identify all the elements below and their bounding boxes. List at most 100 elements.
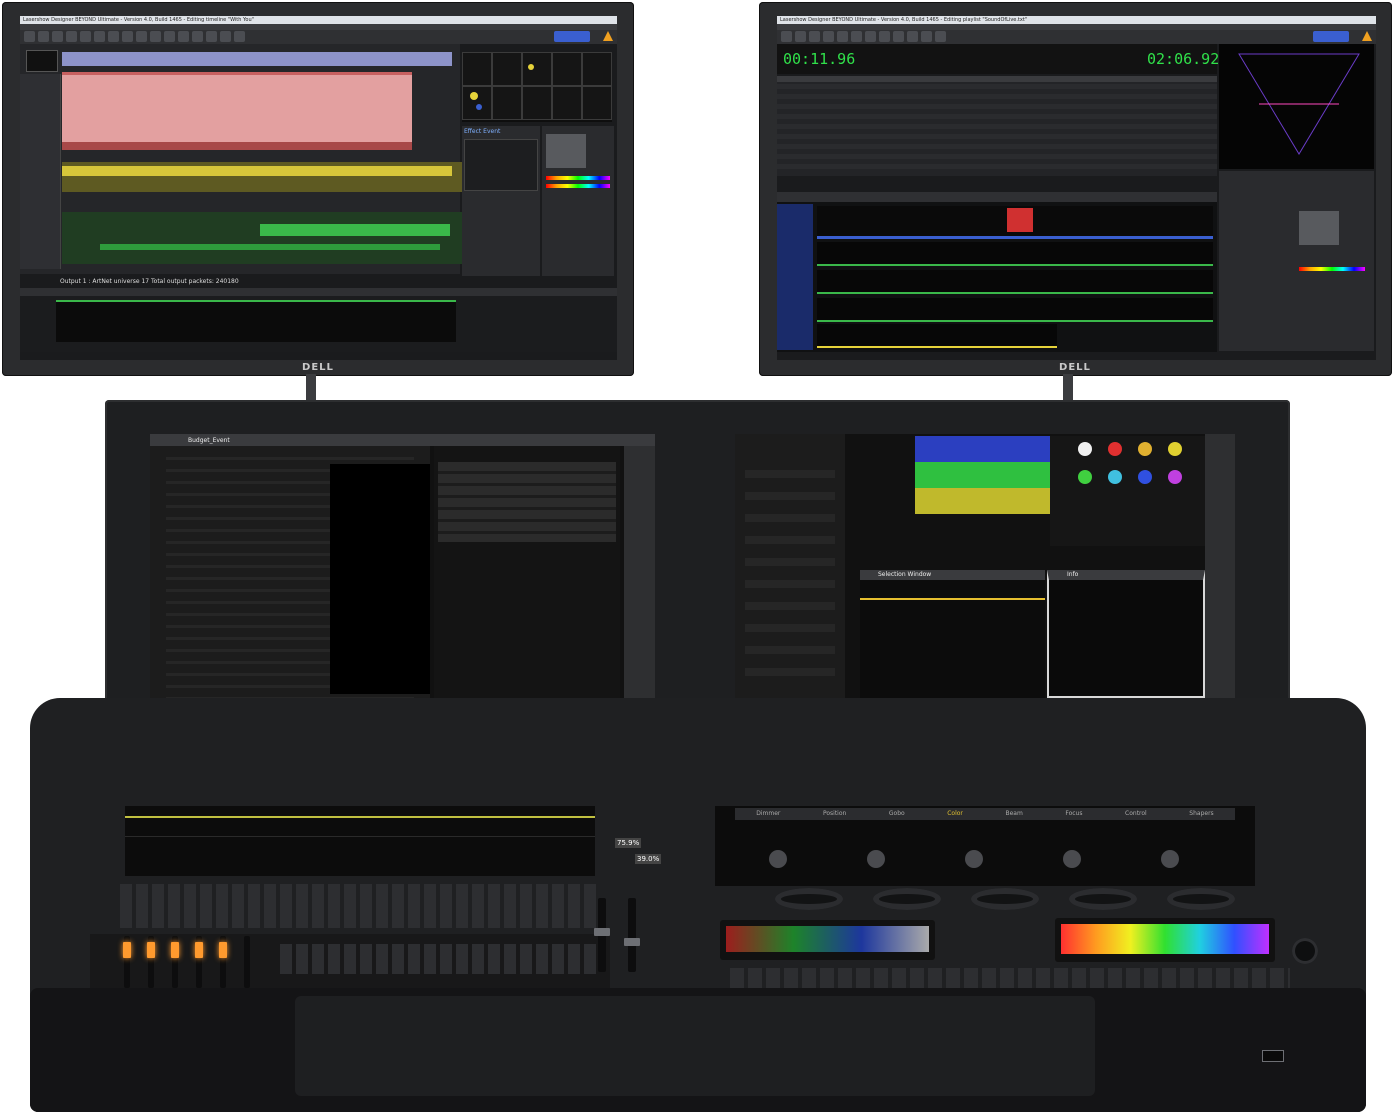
effect-event-panel[interactable]: Effect Event <box>462 126 540 276</box>
live-output-button[interactable] <box>554 31 590 42</box>
toolbar-button[interactable] <box>907 31 918 42</box>
toolbar-button[interactable] <box>94 31 105 42</box>
toolbar-button[interactable] <box>795 31 806 42</box>
side-button-column[interactable] <box>624 446 655 702</box>
toolbar-button[interactable] <box>108 31 119 42</box>
physics-panel[interactable] <box>1219 171 1374 351</box>
color-picker-screen-right[interactable] <box>1055 918 1275 962</box>
position-grid[interactable] <box>546 134 586 168</box>
right-monitor: Lasershow Designer BEYOND Ultimate - Ver… <box>759 2 1392 376</box>
gobo-preset-grid[interactable] <box>1050 436 1210 546</box>
timeline-panel[interactable] <box>20 44 462 274</box>
toolbar-button[interactable] <box>206 31 217 42</box>
timeline-track-green-bar[interactable] <box>100 244 440 250</box>
color-bar[interactable] <box>546 184 610 188</box>
color-bar[interactable] <box>546 176 610 180</box>
dell-logo: DELL <box>302 362 334 373</box>
encoder-knob[interactable] <box>1069 888 1137 910</box>
usb-port[interactable] <box>1262 1050 1284 1062</box>
effect-panel-title: Effect Event <box>464 128 501 135</box>
toolbar-button[interactable] <box>837 31 848 42</box>
preset-pools[interactable] <box>735 434 845 702</box>
side-button-column[interactable] <box>1205 434 1235 702</box>
encoder-dial[interactable] <box>769 850 787 868</box>
encoder-knob[interactable] <box>775 888 843 910</box>
group-sheet[interactable] <box>434 446 620 702</box>
toolbar-button[interactable] <box>893 31 904 42</box>
toolbar-button[interactable] <box>220 31 231 42</box>
toolbar-button[interactable] <box>865 31 876 42</box>
cue-thumbnail-grid[interactable] <box>777 192 1217 352</box>
playlist-table[interactable] <box>777 76 1217 176</box>
fader-led <box>171 942 179 958</box>
encoder-dial[interactable] <box>965 850 983 868</box>
encoder-screen[interactable]: Dimmer Position Gobo Color Beam Focus Co… <box>715 806 1255 886</box>
color-preset-grid[interactable] <box>915 436 1050 516</box>
master-readout: 39.0% <box>635 854 662 864</box>
toolbar-button[interactable] <box>24 31 35 42</box>
encoder-dial[interactable] <box>867 850 885 868</box>
toolbar-button[interactable] <box>164 31 175 42</box>
encoder-knob[interactable] <box>873 888 941 910</box>
encoder-dial[interactable] <box>1063 850 1081 868</box>
toolbar-button[interactable] <box>823 31 834 42</box>
toolbar-button[interactable] <box>178 31 189 42</box>
grand-master-fader[interactable] <box>628 898 636 972</box>
console-right-screen[interactable]: Selection Window Info <box>735 434 1235 717</box>
color-picker-screen-left[interactable] <box>720 920 935 960</box>
elapsed-time: 00:11.96 <box>783 50 856 68</box>
toolbar-button[interactable] <box>192 31 203 42</box>
fader-bank[interactable] <box>90 934 610 994</box>
position-grid[interactable] <box>1299 211 1339 245</box>
selection-window[interactable]: Selection Window <box>860 570 1045 708</box>
encoder-tab[interactable]: Beam <box>1005 808 1022 820</box>
toolbar-button[interactable] <box>52 31 63 42</box>
toolbar-button[interactable] <box>136 31 147 42</box>
encoder-dial[interactable] <box>1161 850 1179 868</box>
encoder-tab-bar[interactable]: Dimmer Position Gobo Color Beam Focus Co… <box>735 808 1235 820</box>
waveform-track[interactable] <box>62 52 452 66</box>
toolbar-button[interactable] <box>38 31 49 42</box>
console-left-screen[interactable]: Budget_Event <box>150 434 655 717</box>
trackball[interactable] <box>1292 938 1318 964</box>
effect-list[interactable] <box>464 139 538 191</box>
encoder-knob[interactable] <box>971 888 1039 910</box>
cue-grid[interactable] <box>20 288 617 352</box>
zone-preview-grid[interactable] <box>462 52 612 122</box>
physics-panel[interactable] <box>542 126 614 276</box>
encoder-tab[interactable]: Shapers <box>1189 808 1213 820</box>
right-toolbar[interactable] <box>777 30 1376 44</box>
timeline-track-green[interactable] <box>62 212 462 264</box>
encoder-tab[interactable]: Gobo <box>889 808 905 820</box>
toolbar-button[interactable] <box>851 31 862 42</box>
toolbar-button[interactable] <box>150 31 161 42</box>
toolbar-button[interactable] <box>781 31 792 42</box>
color-bar[interactable] <box>1299 267 1365 271</box>
category-list[interactable] <box>777 204 813 350</box>
playback-screens[interactable] <box>125 806 595 876</box>
encoder-tab[interactable]: Dimmer <box>756 808 780 820</box>
toolbar-button[interactable] <box>921 31 932 42</box>
live-output-button[interactable] <box>1313 31 1349 42</box>
encoder-tab[interactable]: Position <box>823 808 846 820</box>
fader-led <box>147 942 155 958</box>
toolbar-button[interactable] <box>66 31 77 42</box>
toolbar-button[interactable] <box>879 31 890 42</box>
toolbar-button[interactable] <box>809 31 820 42</box>
encoder-tab[interactable]: Color <box>947 808 963 820</box>
timeline-track-red[interactable] <box>62 72 412 145</box>
console-body: Budget_Event Selection Window Info 75.9%… <box>30 400 1366 1112</box>
toolbar-button[interactable] <box>80 31 91 42</box>
encoder-tab[interactable]: Control <box>1125 808 1147 820</box>
timeline-track-yellow-bar[interactable] <box>62 166 452 176</box>
toolbar-button[interactable] <box>234 31 245 42</box>
executor-buttons[interactable] <box>120 884 600 928</box>
encoder-tab[interactable]: Focus <box>1065 808 1082 820</box>
info-window[interactable]: Info <box>1047 570 1205 698</box>
timeline-track-green-bar[interactable] <box>260 224 450 236</box>
left-toolbar[interactable] <box>20 30 617 44</box>
timeline-track-red-2[interactable] <box>62 142 412 150</box>
toolbar-button[interactable] <box>122 31 133 42</box>
encoder-knob[interactable] <box>1167 888 1235 910</box>
toolbar-button[interactable] <box>935 31 946 42</box>
